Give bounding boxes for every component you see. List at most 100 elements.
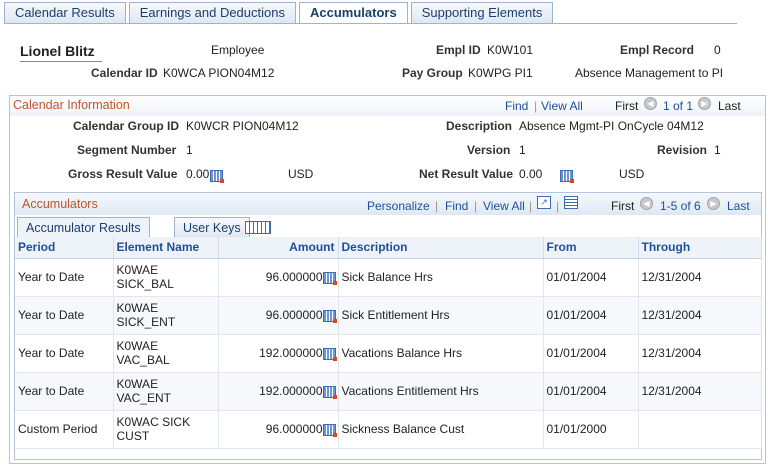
tab-accumulators[interactable]: Accumulators xyxy=(298,2,408,24)
description-cell: Sick Entitlement Hrs xyxy=(338,296,544,335)
net-result-label: Net Result Value xyxy=(419,167,514,181)
from-cell: 01/01/2004 xyxy=(543,372,639,411)
through-cell: 12/31/2004 xyxy=(638,334,762,373)
calculator-icon[interactable] xyxy=(560,169,575,183)
amount-value: 96.000000 xyxy=(265,308,323,322)
table-row: Custom Period K0WAC SICK CUST 96.000000 … xyxy=(15,410,762,449)
table-row: Year to Date K0WAE SICK_ENT 96.000000 Si… xyxy=(15,296,762,335)
period-cell: Year to Date xyxy=(15,334,114,373)
separator: | xyxy=(474,199,478,213)
period-cell: Custom Period xyxy=(15,410,114,449)
personalize-link[interactable]: Personalize xyxy=(367,199,430,213)
column-header-description[interactable]: Description xyxy=(338,237,544,259)
from-cell: 01/01/2004 xyxy=(543,258,639,297)
empl-id-value: K0W101 xyxy=(487,43,534,57)
element-name-cell: K0WAE SICK_ENT xyxy=(113,296,219,335)
calendar-last-label: Last xyxy=(718,99,741,113)
from-cell: 01/01/2004 xyxy=(543,296,639,335)
separator: | xyxy=(556,199,560,213)
previous-icon[interactable]: ◀ xyxy=(644,97,657,110)
employee-label: Employee xyxy=(211,43,265,57)
amount-cell: 192.000000 xyxy=(218,334,339,373)
accumulators-last-link[interactable]: Last xyxy=(727,199,750,213)
description-cell: Sick Balance Hrs xyxy=(338,258,544,297)
period-cell: Year to Date xyxy=(15,296,114,335)
version-label: Version xyxy=(467,143,511,157)
through-cell xyxy=(638,410,762,449)
tab-calendar-results[interactable]: Calendar Results xyxy=(4,2,126,23)
calculator-icon[interactable] xyxy=(322,271,337,285)
calendar-id-label: Calendar ID xyxy=(91,66,158,80)
through-cell: 12/31/2004 xyxy=(638,296,762,335)
accumulators-first-label: First xyxy=(611,199,635,213)
accumulators-title: Accumulators xyxy=(22,197,98,211)
amount-cell: 96.000000 xyxy=(218,296,339,335)
net-currency: USD xyxy=(619,167,645,181)
segment-number-value: 1 xyxy=(186,143,193,157)
gross-currency: USD xyxy=(288,167,314,181)
description-cell: Sickness Balance Cust xyxy=(338,410,544,449)
empl-record-value: 0 xyxy=(714,43,721,57)
tab-earnings-and-deductions[interactable]: Earnings and Deductions xyxy=(128,2,296,23)
calendar-view-all-link[interactable]: View All xyxy=(541,99,583,113)
next-icon[interactable]: ▶ xyxy=(698,97,711,110)
accumulators-find-link[interactable]: Find xyxy=(445,199,468,213)
calendar-first-label: First xyxy=(615,99,639,113)
accumulators-grid: Accumulators Accumulator Results User Ke… xyxy=(14,192,762,460)
pay-group-label: Pay Group xyxy=(402,66,463,80)
column-header-element-name[interactable]: Element Name xyxy=(113,237,219,259)
from-cell: 01/01/2000 xyxy=(543,410,639,449)
employee-name: Lionel Blitz xyxy=(20,43,95,59)
pay-group-description: Absence Management to PI xyxy=(575,66,724,80)
accumulators-view-all-link[interactable]: View All xyxy=(483,199,525,213)
revision-value: 1 xyxy=(714,143,721,157)
table-row: Year to Date K0WAE VAC_BAL 192.000000 Va… xyxy=(15,334,762,373)
description-label: Description xyxy=(446,119,513,133)
tabs-divider xyxy=(4,23,737,24)
calculator-icon[interactable] xyxy=(322,309,337,323)
calculator-icon[interactable] xyxy=(322,423,337,437)
tab-user-keys[interactable]: User Keys xyxy=(174,217,250,238)
calculator-icon[interactable] xyxy=(210,169,224,183)
accumulators-range: 1-5 of 6 xyxy=(660,199,701,213)
separator: | xyxy=(435,199,439,213)
amount-value: 192.000000 xyxy=(259,346,323,360)
amount-cell: 96.000000 xyxy=(218,410,339,449)
page-tabs: Calendar Results Earnings and Deductions… xyxy=(4,2,556,24)
calculator-icon[interactable] xyxy=(322,347,337,361)
amount-value: 96.000000 xyxy=(265,422,323,436)
calendar-group-id-value: K0WCR PION04M12 xyxy=(186,119,299,133)
tab-accumulator-results[interactable]: Accumulator Results xyxy=(17,217,150,239)
amount-cell: 192.000000 xyxy=(218,372,339,411)
calendar-find-link[interactable]: Find xyxy=(505,99,528,113)
column-header-period[interactable]: Period xyxy=(15,237,114,259)
empl-id-label: Empl ID xyxy=(436,43,481,57)
column-header-from[interactable]: From xyxy=(543,237,639,259)
description-value: Absence Mgmt-PI OnCycle 04M12 xyxy=(519,119,704,133)
through-cell: 12/31/2004 xyxy=(638,372,762,411)
separator: | xyxy=(534,99,538,113)
column-header-through[interactable]: Through xyxy=(638,237,762,259)
from-cell: 01/01/2004 xyxy=(543,334,639,373)
previous-icon[interactable]: ◀ xyxy=(640,197,653,210)
segment-number-label: Segment Number xyxy=(77,143,177,157)
table-row: Year to Date K0WAE SICK_BAL 96.000000 Si… xyxy=(15,258,762,297)
element-name-cell: K0WAE VAC_ENT xyxy=(113,372,219,411)
version-value: 1 xyxy=(519,143,526,157)
table-header-row: Period Element Name Amount Description F… xyxy=(15,237,762,259)
download-spreadsheet-icon[interactable] xyxy=(564,196,578,209)
empl-record-label: Empl Record xyxy=(620,43,695,57)
calculator-icon[interactable] xyxy=(322,385,337,399)
gross-result-value: 0.00 xyxy=(186,167,210,181)
show-all-columns-icon[interactable] xyxy=(245,221,271,234)
new-window-icon[interactable]: ↗ xyxy=(537,196,551,209)
through-cell: 12/31/2004 xyxy=(638,258,762,297)
tab-supporting-elements[interactable]: Supporting Elements xyxy=(410,2,554,23)
description-cell: Vacations Balance Hrs xyxy=(338,334,544,373)
calendar-id-value: K0WCA PION04M12 xyxy=(163,66,275,80)
revision-label: Revision xyxy=(657,143,708,157)
column-header-amount[interactable]: Amount xyxy=(218,237,339,259)
accumulator-results-table: Period Element Name Amount Description F… xyxy=(15,237,762,449)
next-icon[interactable]: ▶ xyxy=(707,197,720,210)
element-name-cell: K0WAE VAC_BAL xyxy=(113,334,219,373)
